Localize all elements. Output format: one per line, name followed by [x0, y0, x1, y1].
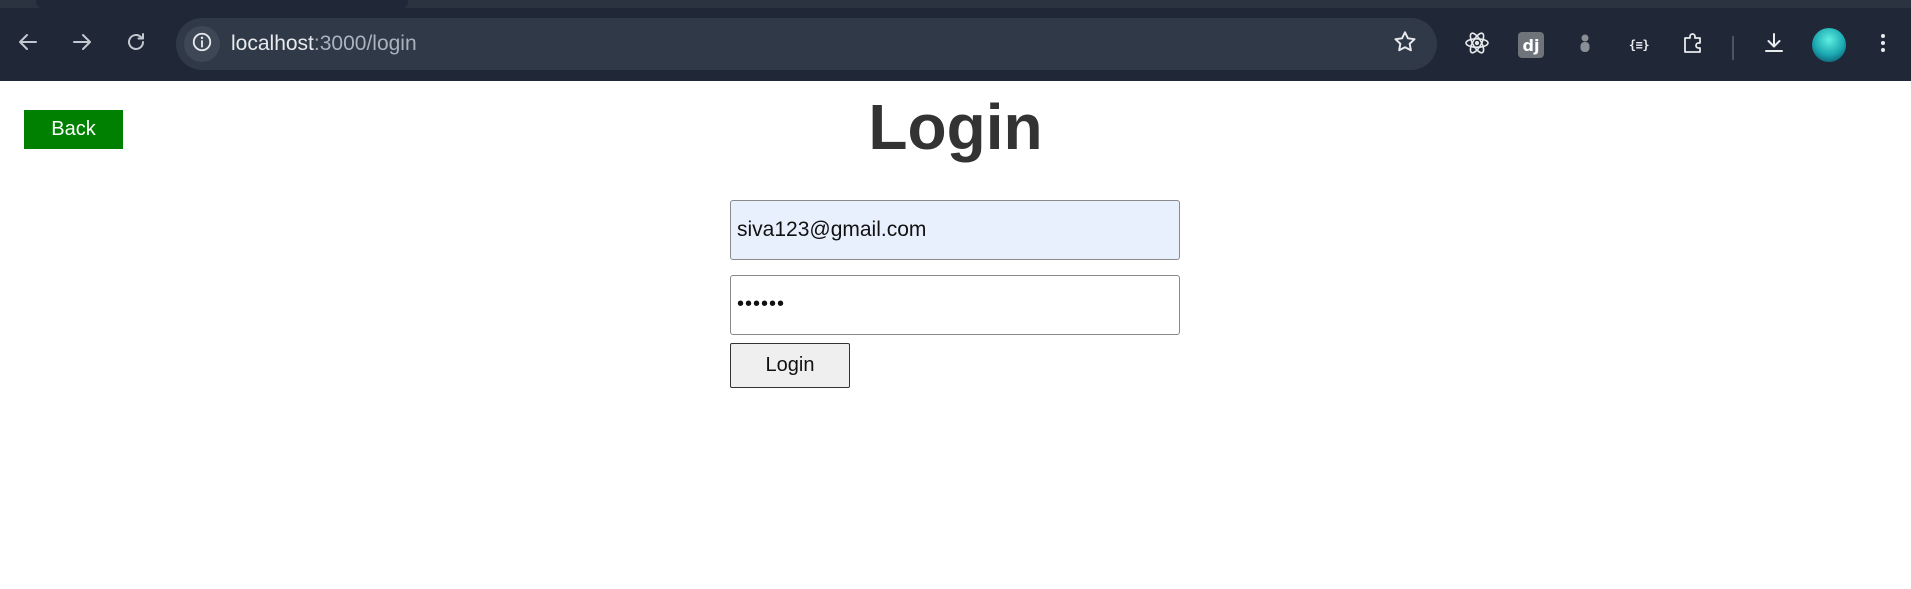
arrow-left-icon	[16, 30, 40, 59]
avatar[interactable]	[1812, 28, 1846, 62]
react-atom-icon	[1463, 29, 1491, 62]
login-button[interactable]: Login	[730, 343, 850, 388]
toolbar-divider	[1732, 36, 1734, 60]
url-text[interactable]: localhost:3000/login	[231, 18, 417, 70]
browser-toolbar: localhost:3000/login dj {≡}	[0, 8, 1911, 81]
email-field[interactable]: siva123@gmail.com	[730, 200, 1180, 260]
json-viewer-extension[interactable]: {≡}	[1624, 30, 1654, 60]
react-devtools-extension[interactable]	[1462, 30, 1492, 60]
page-content: Back Login siva123@gmail.com •••••• Logi…	[0, 81, 1911, 589]
site-info-button[interactable]	[184, 26, 220, 62]
star-icon	[1392, 29, 1418, 60]
downloads-button[interactable]	[1759, 30, 1789, 60]
reload-icon	[124, 30, 148, 59]
back-nav-button[interactable]	[10, 26, 46, 62]
puzzle-icon	[1679, 29, 1707, 62]
info-icon	[191, 31, 213, 58]
url-host: localhost	[231, 32, 314, 55]
bookmark-button[interactable]	[1391, 30, 1419, 58]
django-icon: dj	[1518, 32, 1544, 58]
gray-extension[interactable]	[1570, 30, 1600, 60]
extensions-button[interactable]	[1678, 30, 1708, 60]
arrow-right-icon	[70, 30, 94, 59]
url-path: :3000/login	[313, 32, 417, 55]
tab-strip	[0, 0, 1911, 8]
browser-menu-button[interactable]	[1868, 30, 1898, 60]
django-extension[interactable]: dj	[1516, 30, 1546, 60]
forward-nav-button[interactable]	[64, 26, 100, 62]
kebab-menu-icon	[1869, 29, 1897, 62]
download-icon	[1760, 29, 1788, 62]
json-braces-icon: {≡}	[1628, 38, 1650, 52]
page-title: Login	[868, 91, 1043, 163]
extension-figure-icon	[1571, 29, 1599, 62]
active-tab[interactable]	[36, 0, 408, 8]
address-bar[interactable]: localhost:3000/login	[176, 18, 1437, 70]
reload-button[interactable]	[118, 26, 154, 62]
password-field[interactable]: ••••••	[730, 275, 1180, 335]
